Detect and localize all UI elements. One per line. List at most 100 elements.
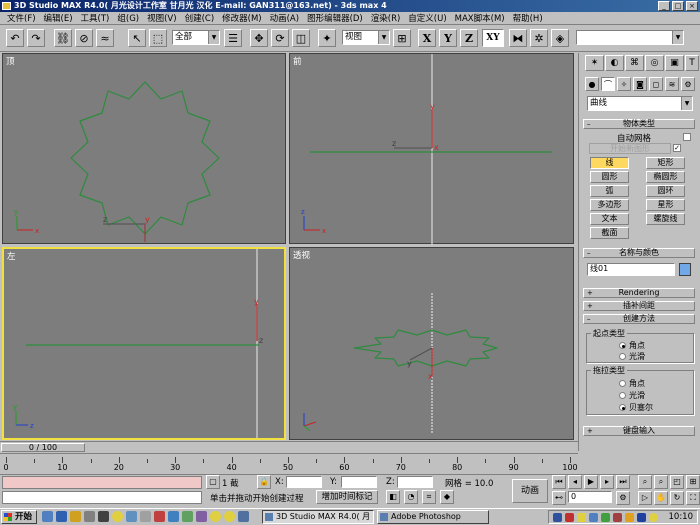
zoom-extents-all-icon[interactable]: ⊞ [686,475,700,489]
close-button[interactable]: × [686,1,698,11]
shapes-icon[interactable]: ⌒ [601,77,615,91]
smiley-icon[interactable] [112,511,123,522]
viewport-left[interactable]: 左 y z y z [2,247,286,440]
drag-corner-radio[interactable]: 角点 [619,378,645,389]
menu-views[interactable]: 视图(V) [143,12,180,24]
star-button[interactable]: 星形 [646,199,685,211]
region-select-icon[interactable]: ⬚ [149,29,167,47]
mirror-icon[interactable]: ⧓ [509,29,527,47]
display-tab-icon[interactable]: ▣ [665,55,684,71]
quicklaunch-icon[interactable] [126,511,137,522]
arc-rotate-icon[interactable]: ↻ [670,491,684,505]
pivot-center-icon[interactable]: ⊞ [393,29,411,47]
z-coordinate-field[interactable] [397,476,433,488]
named-selection-dropdown[interactable]: ▼ [576,30,684,45]
modify-tab-icon[interactable]: ◐ [605,55,624,71]
minimize-button[interactable]: _ [658,1,670,11]
animate-button[interactable]: 动画 [512,479,548,503]
restrict-y-button[interactable]: Y [439,29,457,47]
section-button[interactable]: 截面 [590,227,629,239]
scale-icon[interactable]: ◫ [292,29,310,47]
create-tab-icon[interactable]: ✶ [585,55,604,71]
select-icon[interactable]: ↖ [128,29,146,47]
smiley-icon[interactable] [224,511,235,522]
array-icon[interactable]: ✲ [530,29,548,47]
prev-frame-icon[interactable]: ◂ [568,475,582,489]
menu-rendering[interactable]: 渲染(R) [367,12,405,24]
goto-start-icon[interactable]: ⏮ [552,475,566,489]
helix-button[interactable]: 螺旋线 [646,213,685,225]
smiley-icon[interactable] [649,513,658,522]
menu-animation[interactable]: 动画(A) [266,12,303,24]
tray-icon[interactable] [589,513,598,522]
zoom-extents-icon[interactable]: ◰ [670,475,684,489]
start-button[interactable]: 开始 [1,510,37,524]
quicklaunch-icon[interactable] [182,511,193,522]
quicklaunch-icon[interactable] [140,511,151,522]
select-and-manipulate-icon[interactable]: ✦ [318,29,336,47]
select-by-name-icon[interactable]: ☰ [224,29,242,47]
menu-maxscript[interactable]: MAX脚本(M) [451,12,509,24]
viewport-perspective[interactable]: 透视 x y [289,247,574,440]
initial-corner-radio[interactable]: 角点 [619,340,645,351]
utilities-tab-icon[interactable]: T [685,55,699,71]
move-icon[interactable]: ✥ [250,29,268,47]
selection-filter-dropdown[interactable]: 全部 ▼ [172,30,220,45]
line-button[interactable]: 线 [590,157,629,169]
key-mode-icon[interactable]: ⊷ [552,491,566,505]
lights-icon[interactable]: ✧ [617,77,631,91]
drag-smooth-radio[interactable]: 光滑 [619,390,645,401]
menu-file[interactable]: 文件(F) [3,12,40,24]
rotate-icon[interactable]: ⟳ [271,29,289,47]
reference-coord-dropdown[interactable]: 视图 ▼ [342,30,390,45]
tray-icon[interactable] [601,513,610,522]
keyboard-entry-rollout-header[interactable]: + 键盘输入 [583,426,695,436]
text-button[interactable]: 文本 [590,213,629,225]
start-new-shape-checkbox[interactable]: ✓ [673,144,681,152]
browser-icon[interactable] [56,511,67,522]
helpers-icon[interactable]: ◻ [649,77,663,91]
menu-graph-editors[interactable]: 图形编辑器(D) [303,12,367,24]
link-icon[interactable]: ⛓ [54,29,72,47]
geometry-icon[interactable]: ● [585,77,599,91]
x-coordinate-field[interactable] [286,476,322,488]
field-of-view-icon[interactable]: ▷ [638,491,652,505]
timeline-ruler[interactable]: 0 10 20 30 40 50 60 70 80 90 100 [0,453,578,473]
menu-group[interactable]: 组(G) [113,12,143,24]
next-frame-icon[interactable]: ▸ [600,475,614,489]
motion-tab-icon[interactable]: ◎ [645,55,664,71]
spinner-snap-icon[interactable]: ◆ [440,490,454,504]
tray-icon[interactable] [613,513,622,522]
time-slider-track[interactable]: 0 / 100 [0,441,578,452]
time-slider[interactable]: 0 / 100 [1,443,85,452]
ngon-button[interactable]: 多边形 [590,199,629,211]
tray-icon[interactable] [625,513,634,522]
interpolation-rollout-header[interactable]: + 插补间距 [583,301,695,311]
donut-button[interactable]: 圆环 [646,185,685,197]
tray-icon[interactable] [577,513,586,522]
pan-icon[interactable]: ✋ [654,491,668,505]
object-color-swatch[interactable] [679,263,691,276]
undo-icon[interactable]: ↶ [6,29,24,47]
arc-button[interactable]: 弧 [590,185,629,197]
maxscript-listener[interactable] [2,476,202,489]
systems-icon[interactable]: ⚙ [681,77,695,91]
drag-bezier-radio[interactable]: 贝塞尔 [619,402,653,413]
hierarchy-tab-icon[interactable]: ⌘ [625,55,644,71]
align-icon[interactable]: ◈ [551,29,569,47]
circle-button[interactable]: 圆形 [590,171,629,183]
quicklaunch-icon[interactable] [196,511,207,522]
redo-icon[interactable]: ↷ [27,29,45,47]
menu-help[interactable]: 帮助(H) [509,12,547,24]
object-name-input[interactable]: 线01 [587,263,675,276]
taskbar-item-3dsmax[interactable]: 3D Studio MAX R4.0( 月 [262,510,374,524]
restrict-z-button[interactable]: Z [460,29,478,47]
unlink-icon[interactable]: ⊘ [75,29,93,47]
current-frame-field[interactable]: 0 [568,491,612,503]
time-config-icon[interactable]: ⚙ [616,491,630,505]
initial-smooth-radio[interactable]: 光滑 [619,351,645,362]
menu-edit[interactable]: 编辑(E) [40,12,77,24]
quicklaunch-icon[interactable] [154,511,165,522]
taskbar-item-photoshop[interactable]: Adobe Photoshop [377,510,489,524]
category-dropdown[interactable]: 曲线 ▼ [587,96,693,111]
